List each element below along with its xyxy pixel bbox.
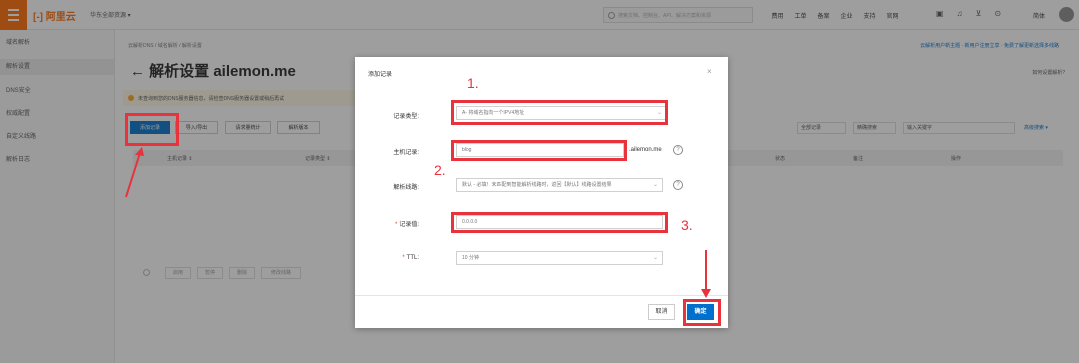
highlight-value — [451, 212, 668, 233]
step-3-label: 3. — [681, 217, 693, 233]
value-label: * 记录值: — [394, 222, 419, 228]
highlight-host — [451, 140, 627, 161]
chevron-down-icon: ⌄ — [652, 255, 658, 261]
add-record-dialog: 添加记录 × 记录类型: A- 将域名指向一个IPV4地址 ⌄ 主机记录: bl… — [355, 57, 728, 328]
ttl-select[interactable]: 10 分钟 ⌄ — [456, 251, 663, 265]
domain-suffix: .ailemon.me — [629, 147, 662, 153]
cancel-button[interactable]: 取消 — [648, 304, 675, 320]
ttl-value: 10 分钟 — [462, 255, 479, 261]
ttl-label: * TTL: — [402, 255, 419, 261]
close-icon[interactable]: × — [707, 67, 712, 76]
line-label: 解析线路: — [393, 185, 419, 191]
highlight-confirm — [683, 299, 721, 326]
ttl-label-text: TTL: — [406, 255, 419, 261]
highlight-record-type — [451, 100, 668, 125]
step-2-label: 2. — [434, 162, 446, 178]
step-1-label: 1. — [467, 75, 479, 91]
line-select[interactable]: 默认 - 必填！未匹配到智能解析线路时，返回【默认】线路设置结果 ⌄ — [456, 178, 663, 192]
host-label: 主机记录: — [393, 150, 419, 156]
record-type-label: 记录类型: — [393, 114, 419, 120]
chevron-down-icon: ⌄ — [652, 182, 658, 188]
line-value: 默认 - 必填！未匹配到智能解析线路时，返回【默认】线路设置结果 — [462, 182, 612, 188]
question-icon[interactable]: ? — [673, 180, 683, 190]
highlight-add-record — [125, 113, 179, 146]
dialog-footer — [355, 295, 728, 296]
question-icon[interactable]: ? — [673, 145, 683, 155]
value-label-text: 记录值: — [399, 222, 419, 228]
arrow-down-icon — [701, 250, 711, 298]
arrow-up-icon — [125, 147, 144, 198]
dialog-title: 添加记录 — [368, 72, 393, 78]
